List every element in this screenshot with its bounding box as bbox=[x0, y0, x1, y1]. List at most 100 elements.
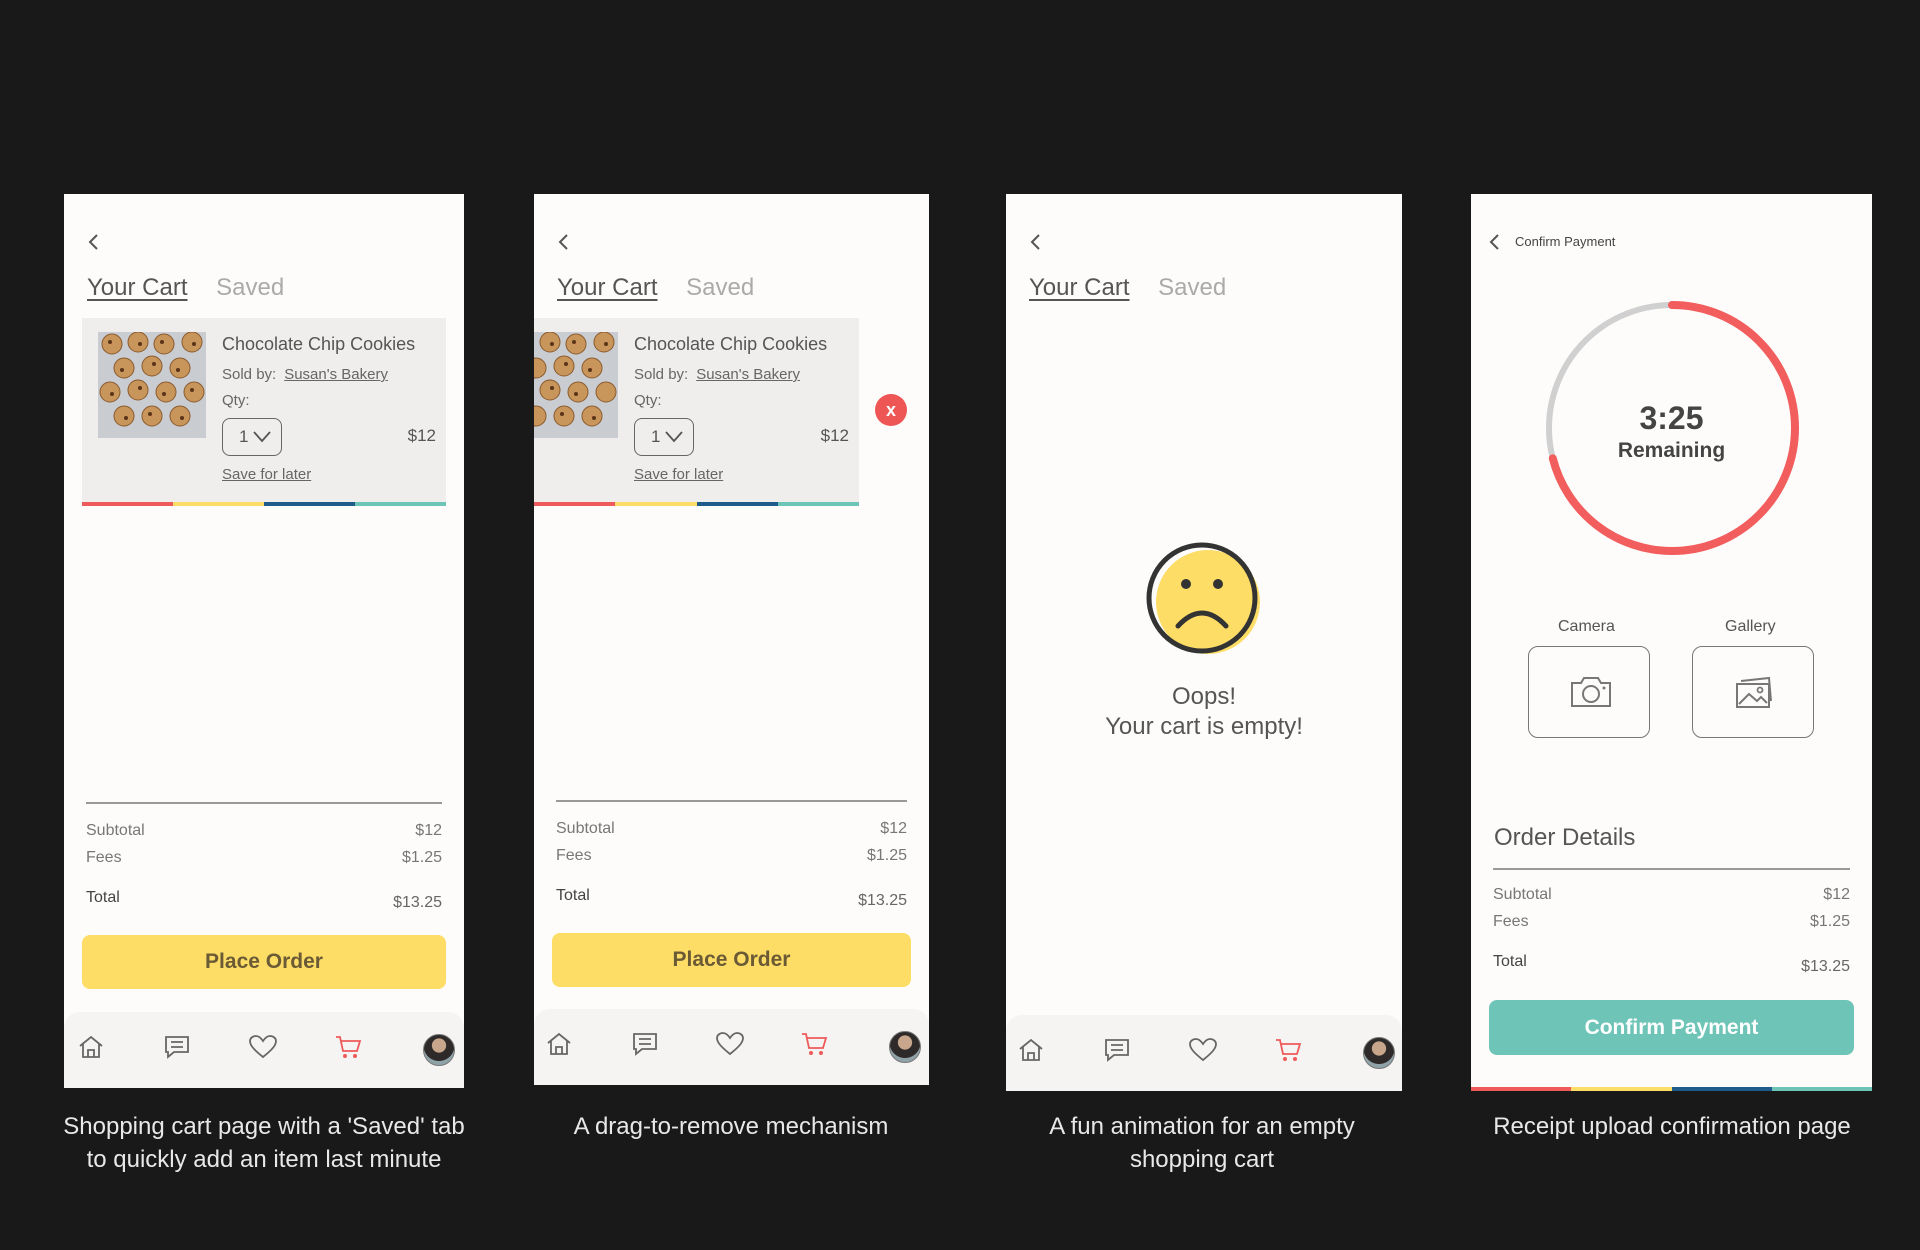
fees-row: Fees $1.25 bbox=[556, 847, 907, 865]
subtotal-label: Subtotal bbox=[556, 820, 615, 837]
subtotal-row: Subtotal $12 bbox=[556, 820, 907, 838]
fees-label: Fees bbox=[556, 847, 592, 864]
caption-cart: Shopping cart page with a 'Saved' tab to… bbox=[54, 1110, 474, 1176]
camera-label: Camera bbox=[1558, 618, 1615, 635]
qty-label: Qty: bbox=[222, 392, 250, 409]
cart-icon[interactable] bbox=[334, 1034, 362, 1060]
seller-link[interactable]: Susan's Bakery bbox=[696, 366, 800, 383]
place-order-button[interactable]: Place Order bbox=[552, 933, 911, 987]
tab-saved[interactable]: Saved bbox=[1158, 274, 1226, 301]
tab-your-cart[interactable]: Your Cart bbox=[557, 274, 658, 301]
bottom-nav bbox=[1006, 1015, 1402, 1091]
total-row: Total $13.25 bbox=[1493, 953, 1850, 975]
total-row: Total $13.25 bbox=[556, 887, 907, 909]
gallery-label: Gallery bbox=[1725, 618, 1776, 635]
back-arrow-icon[interactable] bbox=[1485, 232, 1505, 252]
cookie-image bbox=[98, 332, 206, 438]
sad-face-icon bbox=[1146, 542, 1260, 654]
caption-confirm-line-1: Receipt upload confirmation page bbox=[1493, 1113, 1851, 1140]
qty-value: 1 bbox=[651, 427, 661, 446]
heart-icon[interactable] bbox=[715, 1031, 745, 1057]
chat-icon[interactable] bbox=[631, 1031, 659, 1057]
sold-by: Sold by: Susan's Bakery bbox=[222, 366, 388, 383]
back-arrow-icon[interactable] bbox=[554, 232, 574, 252]
back-arrow-icon[interactable] bbox=[1026, 232, 1046, 252]
total-label: Total bbox=[556, 887, 590, 904]
caption-empty-line-1: A fun animation for an empty bbox=[1049, 1113, 1355, 1140]
summary-divider bbox=[1493, 868, 1850, 870]
color-stripe bbox=[534, 502, 859, 506]
camera-upload-button[interactable] bbox=[1528, 646, 1650, 738]
caption-drag-line-1: A drag-to-remove mechanism bbox=[573, 1113, 889, 1140]
item-price: $12 bbox=[407, 426, 436, 445]
tab-your-cart[interactable]: Your Cart bbox=[87, 274, 188, 301]
cart-tabs: Your Cart Saved bbox=[1029, 274, 1226, 302]
subtotal-label: Subtotal bbox=[1493, 886, 1552, 903]
summary-divider bbox=[556, 800, 907, 802]
empty-line-1: Oops! bbox=[1171, 683, 1237, 710]
total-value: $13.25 bbox=[858, 892, 907, 909]
cart-icon[interactable] bbox=[1274, 1037, 1302, 1063]
item-name: Chocolate Chip Cookies bbox=[222, 334, 416, 354]
item-name: Chocolate Chip Cookies bbox=[634, 334, 828, 354]
tab-your-cart[interactable]: Your Cart bbox=[1029, 274, 1130, 301]
fees-value: $1.25 bbox=[401, 849, 442, 866]
tab-saved[interactable]: Saved bbox=[686, 274, 754, 301]
bottom-nav bbox=[64, 1012, 464, 1088]
caption-drag: A drag-to-remove mechanism bbox=[531, 1110, 931, 1143]
cart-icon[interactable] bbox=[800, 1031, 828, 1057]
sold-by-label: Sold by: bbox=[634, 366, 689, 383]
avatar[interactable] bbox=[423, 1034, 455, 1066]
countdown-timer: 3:25 Remaining bbox=[1471, 400, 1872, 463]
total-value: $13.25 bbox=[393, 894, 442, 911]
chat-icon[interactable] bbox=[1103, 1037, 1131, 1063]
caption-empty: A fun animation for an empty shopping ca… bbox=[1002, 1110, 1402, 1176]
empty-line-2: Your cart is empty! bbox=[1105, 713, 1303, 740]
avatar[interactable] bbox=[1363, 1037, 1395, 1069]
chevron-down-icon bbox=[253, 431, 271, 443]
seller-link[interactable]: Susan's Bakery bbox=[284, 366, 388, 383]
qty-select[interactable]: 1 bbox=[634, 418, 694, 456]
home-icon[interactable] bbox=[1017, 1037, 1045, 1063]
avatar[interactable] bbox=[889, 1031, 921, 1063]
chat-icon[interactable] bbox=[163, 1034, 191, 1060]
color-stripe bbox=[82, 502, 446, 506]
fees-label: Fees bbox=[1493, 913, 1529, 930]
heart-icon[interactable] bbox=[1188, 1037, 1218, 1063]
total-row: Total $13.25 bbox=[86, 889, 442, 911]
screen-confirm-payment: Confirm Payment 3:25 Remaining Camera Ga… bbox=[1471, 194, 1872, 1091]
cart-item[interactable]: Chocolate Chip Cookies Sold by: Susan's B… bbox=[82, 318, 446, 506]
save-for-later-link[interactable]: Save for later bbox=[634, 466, 723, 483]
save-for-later-link[interactable]: Save for later bbox=[222, 466, 311, 483]
place-order-button[interactable]: Place Order bbox=[82, 935, 446, 989]
sold-by: Sold by: Susan's Bakery bbox=[634, 366, 800, 383]
caption-confirm: Receipt upload confirmation page bbox=[1456, 1110, 1888, 1143]
subtotal-value: $12 bbox=[1823, 886, 1850, 903]
back-arrow-icon[interactable] bbox=[84, 232, 104, 252]
tab-saved[interactable]: Saved bbox=[216, 274, 284, 301]
remove-item-button[interactable]: x bbox=[875, 394, 907, 426]
home-icon[interactable] bbox=[545, 1031, 573, 1057]
caption-cart-line-1: Shopping cart page with a 'Saved' tab bbox=[63, 1113, 465, 1140]
subtotal-value: $12 bbox=[415, 822, 442, 839]
total-label: Total bbox=[1493, 953, 1527, 970]
timer-label: Remaining bbox=[1617, 439, 1726, 462]
timer-value: 3:25 bbox=[1639, 400, 1704, 436]
total-value: $13.25 bbox=[1801, 958, 1850, 975]
subtotal-row: Subtotal $12 bbox=[1493, 886, 1850, 904]
cart-tabs: Your Cart Saved bbox=[87, 274, 284, 302]
home-icon[interactable] bbox=[77, 1034, 105, 1060]
screen-drag-remove: Your Cart Saved Chocolate Chip Cookies S… bbox=[534, 194, 929, 1085]
caption-cart-line-2: to quickly add an item last minute bbox=[86, 1146, 442, 1173]
fees-value: $1.25 bbox=[866, 847, 907, 864]
qty-select[interactable]: 1 bbox=[222, 418, 282, 456]
confirm-payment-button[interactable]: Confirm Payment bbox=[1489, 1000, 1854, 1055]
heart-icon[interactable] bbox=[248, 1034, 278, 1060]
screen-empty-cart: Your Cart Saved Oops! Your cart is empty… bbox=[1006, 194, 1402, 1091]
camera-icon bbox=[1571, 677, 1611, 707]
summary-divider bbox=[86, 802, 442, 804]
total-label: Total bbox=[86, 889, 120, 906]
cart-tabs: Your Cart Saved bbox=[557, 274, 754, 302]
cart-item-dragged[interactable]: Chocolate Chip Cookies Sold by: Susan's B… bbox=[534, 318, 859, 506]
gallery-upload-button[interactable] bbox=[1692, 646, 1814, 738]
